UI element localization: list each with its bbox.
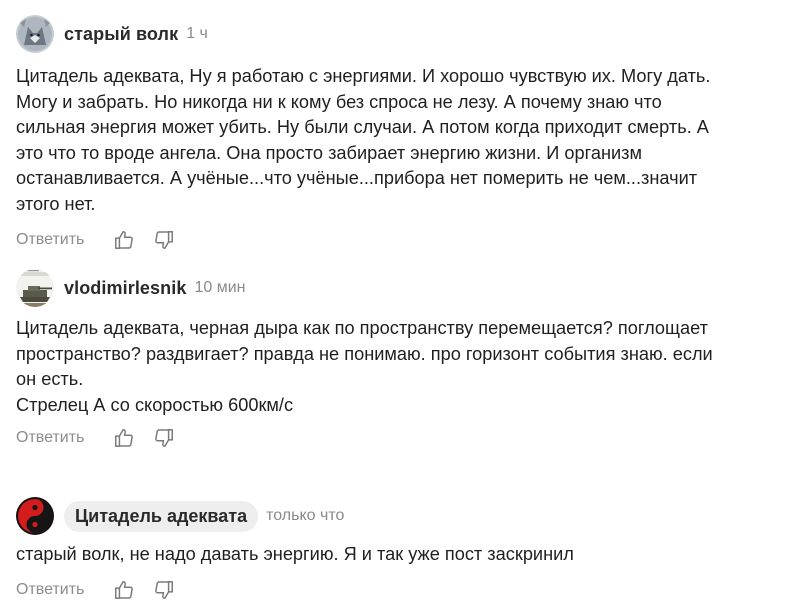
comment: старый волк 1 ч Цитадель адеквата, Ну я …	[16, 14, 786, 252]
comment-text: Цитадель адеквата, черная дыра как по пр…	[16, 318, 713, 415]
comment-header: vlodimirlesnik 10 мин	[16, 268, 786, 308]
comment-text: старый волк, не надо давать энергию. Я и…	[16, 544, 574, 564]
comment-time: 1 ч	[186, 25, 208, 42]
yin-yang-avatar-icon	[16, 497, 54, 535]
reply-button[interactable]: Ответить	[16, 429, 84, 447]
avatar[interactable]	[16, 15, 54, 53]
thumbs-down-icon[interactable]	[152, 578, 176, 602]
comment-actions: Ответить	[16, 426, 786, 450]
comment: Цитадель адеквата только что старый волк…	[16, 496, 786, 602]
comment-time: только что	[266, 507, 345, 524]
comment-time: 10 мин	[194, 279, 246, 296]
comments-feed: старый волк 1 ч Цитадель адеквата, Ну я …	[0, 0, 788, 613]
comment-actions: Ответить	[16, 228, 786, 252]
thumbs-down-icon[interactable]	[152, 228, 176, 252]
tank-avatar-icon	[16, 269, 54, 307]
thumbs-up-icon[interactable]	[112, 228, 136, 252]
comment-author-chip[interactable]: Цитадель адеквата	[64, 500, 259, 532]
comment-text: Цитадель адеквата, Ну я работаю с энерги…	[16, 66, 711, 214]
reply-button[interactable]: Ответить	[16, 581, 84, 599]
comment: vlodimirlesnik 10 мин Цитадель адеквата,…	[16, 268, 786, 450]
thumbs-up-icon[interactable]	[112, 426, 136, 450]
thumbs-up-icon[interactable]	[112, 578, 136, 602]
avatar[interactable]	[16, 269, 54, 307]
comment-header: Цитадель адеквата только что	[16, 496, 786, 536]
comment-author[interactable]: vlodimirlesnik	[64, 278, 186, 299]
wolf-avatar-icon	[16, 15, 54, 53]
comment-header: старый волк 1 ч	[16, 14, 786, 54]
comment-actions: Ответить	[16, 578, 786, 602]
avatar[interactable]	[16, 497, 54, 535]
thumbs-down-icon[interactable]	[152, 426, 176, 450]
comment-author[interactable]: старый волк	[64, 24, 178, 45]
reply-button[interactable]: Ответить	[16, 231, 84, 249]
